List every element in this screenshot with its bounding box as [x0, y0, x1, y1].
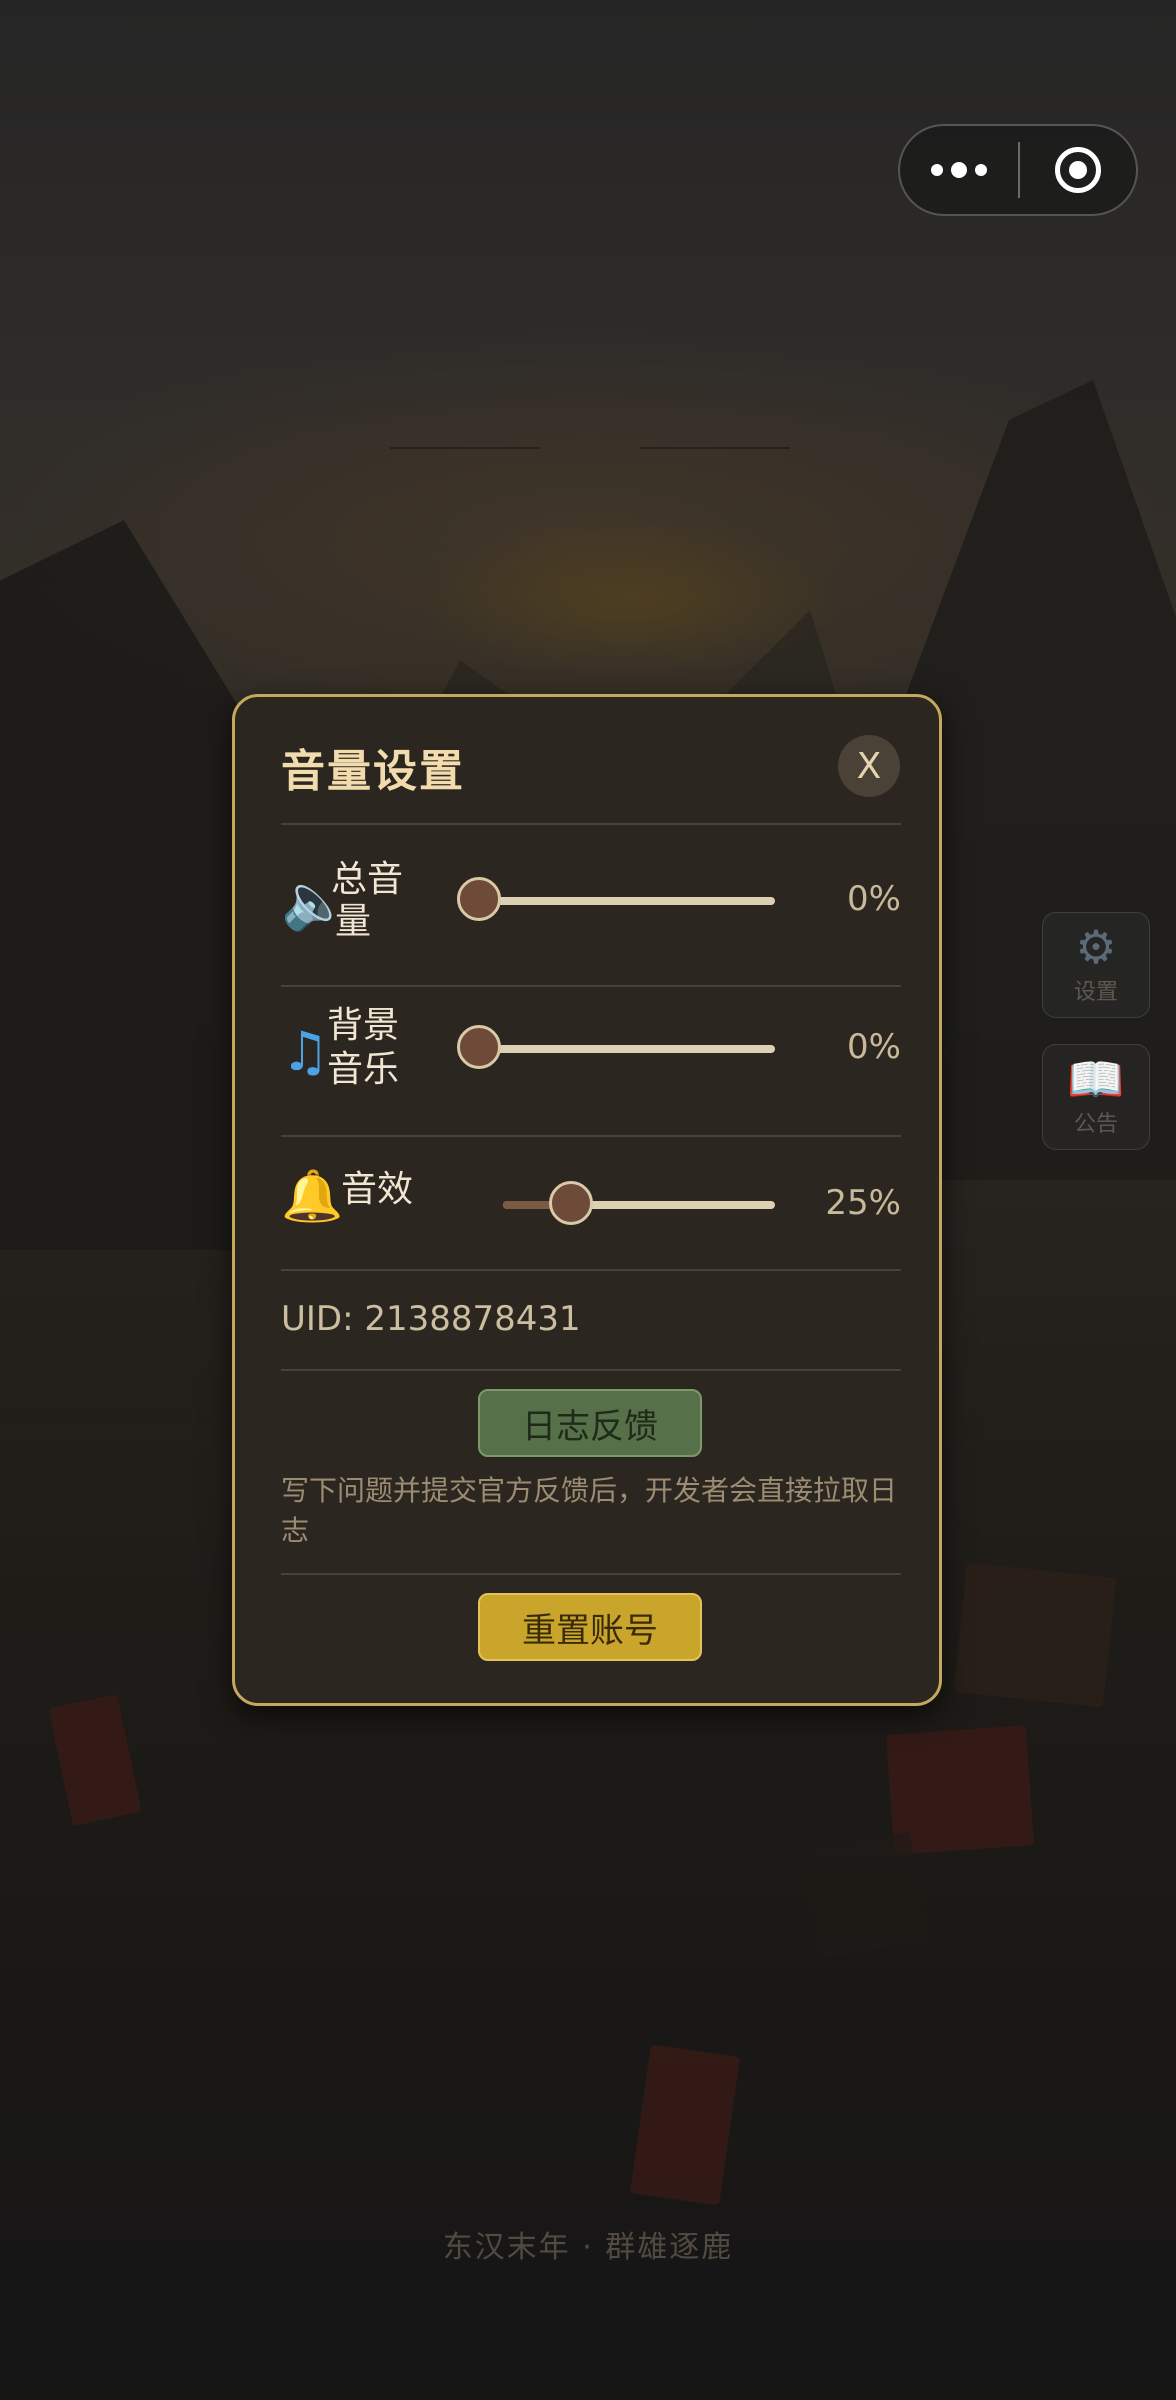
master-volume-label-line2: 量	[335, 901, 372, 942]
master-volume-slider[interactable]	[457, 877, 775, 921]
more-button[interactable]	[900, 126, 1018, 214]
volume-settings-dialog: 音量设置 X 🔈 总音 量 0% ♫ 背景 音乐 0% 🔔 音效 25% UID…	[232, 694, 942, 1706]
game-screen: 东汉末年 · 群雄逐鹿 ⚙ 设置 📖 公告 音量设置 X 🔈 总音 量 0% ♫…	[0, 0, 1176, 2400]
book-icon: 📖	[1067, 1052, 1125, 1106]
slider-thumb[interactable]	[549, 1181, 593, 1225]
sfx-volume-row: 🔔 音效 25%	[281, 1135, 901, 1245]
side-button-label: 公告	[1073, 1112, 1118, 1137]
log-feedback-button[interactable]: 日志反馈	[478, 1389, 702, 1457]
divider	[281, 985, 901, 987]
feedback-hint-text: 写下问题并提交官方反馈后，开发者会直接拉取日志	[281, 1474, 898, 1547]
master-volume-value: 0%	[847, 879, 901, 919]
music-note-icon: ♫	[281, 1020, 330, 1083]
bgm-label-line2: 音乐	[327, 1049, 400, 1090]
sfx-volume-slider[interactable]	[503, 1181, 775, 1225]
more-dots-icon	[931, 164, 943, 176]
dialog-title: 音量设置	[281, 746, 465, 797]
settings-side-button[interactable]: ⚙ 设置	[1042, 912, 1150, 1018]
bgm-volume-slider[interactable]	[457, 1025, 775, 1069]
master-volume-label-line1: 总音	[331, 859, 404, 900]
more-dots-icon	[951, 162, 967, 178]
bell-icon: 🔔	[281, 1167, 344, 1225]
miniprogram-capsule	[898, 124, 1138, 216]
exit-miniprogram-button[interactable]	[1020, 126, 1136, 214]
close-button[interactable]: X	[838, 735, 900, 797]
announcement-side-button[interactable]: 📖 公告	[1042, 1044, 1150, 1150]
bgm-label-line1: 背景	[327, 1005, 400, 1046]
divider	[281, 823, 901, 825]
user-id-text: UID: 2138878431	[281, 1299, 581, 1339]
master-volume-row: 🔈 总音 量 0%	[281, 847, 901, 957]
divider	[281, 1369, 901, 1371]
reset-account-button[interactable]: 重置账号	[478, 1593, 702, 1661]
target-circle-icon	[1055, 147, 1101, 193]
sfx-volume-value: 25%	[825, 1183, 901, 1223]
side-button-label: 设置	[1073, 980, 1118, 1005]
slider-thumb[interactable]	[457, 1025, 501, 1069]
sfx-label: 音效	[341, 1169, 414, 1210]
more-dots-icon	[975, 164, 987, 176]
divider	[281, 1269, 901, 1271]
divider	[281, 1573, 901, 1575]
bgm-volume-row: ♫ 背景 音乐 0%	[281, 995, 901, 1105]
footer-tagline: 东汉末年 · 群雄逐鹿	[442, 2230, 734, 2265]
slider-thumb[interactable]	[457, 877, 501, 921]
bgm-volume-value: 0%	[847, 1027, 901, 1067]
gear-icon: ⚙	[1075, 920, 1117, 974]
